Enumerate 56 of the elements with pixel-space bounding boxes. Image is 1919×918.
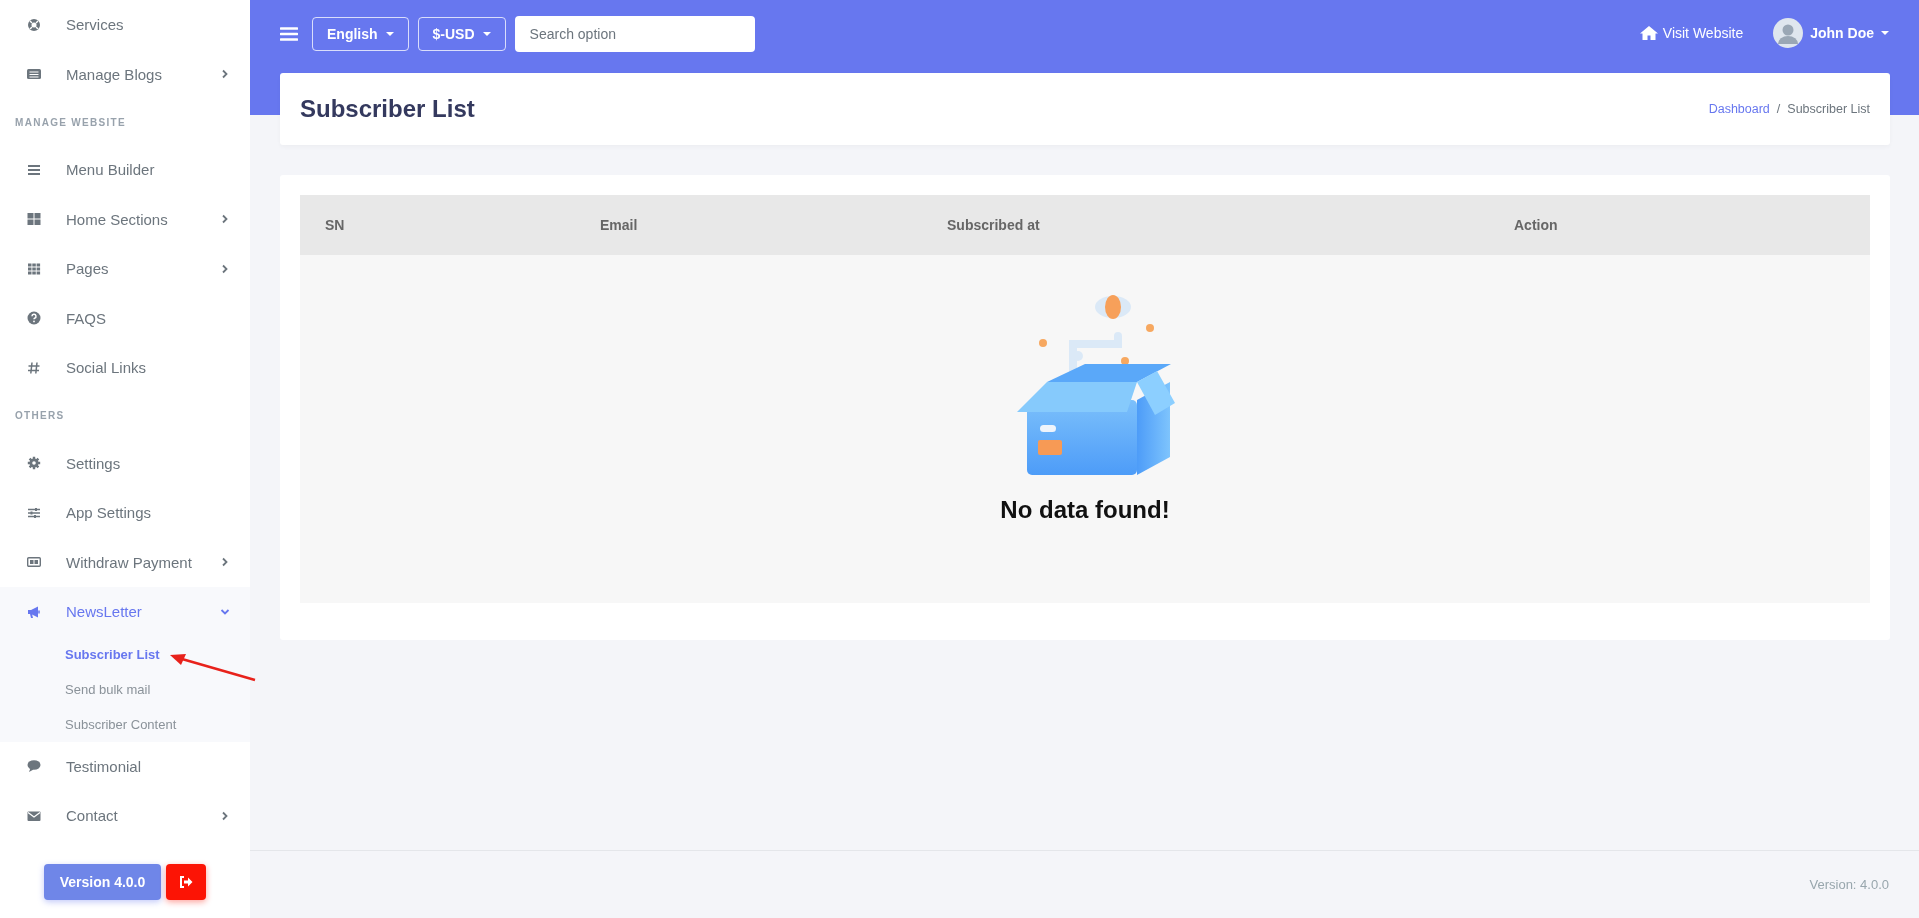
submenu-item[interactable]: Subscriber Content [0, 706, 250, 742]
breadcrumb-link[interactable]: Dashboard [1708, 102, 1770, 116]
logout-icon [179, 876, 193, 888]
visit-website-link[interactable]: Visit Website [1638, 25, 1744, 41]
empty-message: No data found! [1000, 496, 1170, 524]
search-field[interactable]: Search option [514, 16, 755, 52]
submenu-item[interactable]: Send bulk mail [0, 671, 250, 707]
chevron-icon [220, 557, 230, 568]
submenu-item[interactable]: Subscriber List [0, 636, 250, 672]
sidebar-item[interactable]: Manage Blogs [0, 49, 250, 99]
footer-version: Version: 4.0.0 [1809, 877, 1889, 892]
speech-bubble-icon [27, 759, 41, 774]
sidebar-item[interactable]: Menu Builder [0, 145, 250, 195]
chevron-icon [220, 810, 230, 821]
sidebar-item[interactable]: Pages [0, 244, 250, 294]
sidebar-item[interactable]: Testimonial [0, 741, 250, 791]
sidebar-item[interactable]: Services [0, 0, 250, 50]
column-header: Email [599, 217, 639, 233]
hash-icon [27, 360, 41, 375]
menu-icon [27, 162, 41, 177]
user-menu[interactable]: John Doe [1773, 18, 1889, 48]
question-icon [27, 311, 41, 326]
page-title: Subscriber List [300, 95, 475, 123]
column-header: Subscribed at [946, 217, 1041, 233]
grid-icon [27, 212, 41, 227]
sliders-icon [27, 505, 41, 520]
ring-icon [27, 17, 41, 32]
menu-icon[interactable] [280, 26, 298, 42]
sidebar-section-title: MANAGE WEBSITE [14, 115, 127, 130]
sidebar-item[interactable]: FAQS [0, 293, 250, 343]
language-dropdown[interactable]: English [312, 17, 409, 51]
sidebar-item[interactable]: Settings [0, 438, 250, 488]
chevron-icon [220, 69, 230, 80]
currency-dropdown[interactable]: $-USD [417, 17, 506, 51]
logout-button[interactable] [166, 864, 206, 900]
chevron-icon [220, 214, 230, 225]
breadcrumb-current: Subscriber List [1787, 102, 1870, 116]
sidebar-item[interactable]: Withdraw Payment [0, 537, 250, 587]
breadcrumb-separator: / [1776, 102, 1781, 116]
grid-icon [27, 261, 41, 276]
sidebar-item[interactable]: App Settings [0, 488, 250, 538]
column-header: SN [324, 217, 346, 233]
sidebar-item[interactable]: NewsLetter [0, 587, 250, 637]
column-header: Action [1513, 217, 1559, 233]
banknote-icon [27, 555, 41, 570]
version-button[interactable]: Version 4.0.0 [44, 864, 161, 900]
settings-icon [27, 456, 41, 471]
chevron-icon [220, 263, 230, 274]
avatar-icon [1773, 18, 1804, 48]
sidebar-section-title: OTHERS [14, 409, 66, 423]
home-icon [1638, 25, 1659, 41]
sidebar-item[interactable]: Home Sections [0, 194, 250, 244]
sidebar-item[interactable]: Social Links [0, 343, 250, 393]
megaphone-icon [27, 604, 41, 619]
sidebar-item[interactable]: Contact [0, 791, 250, 841]
newspaper-icon [27, 67, 41, 82]
